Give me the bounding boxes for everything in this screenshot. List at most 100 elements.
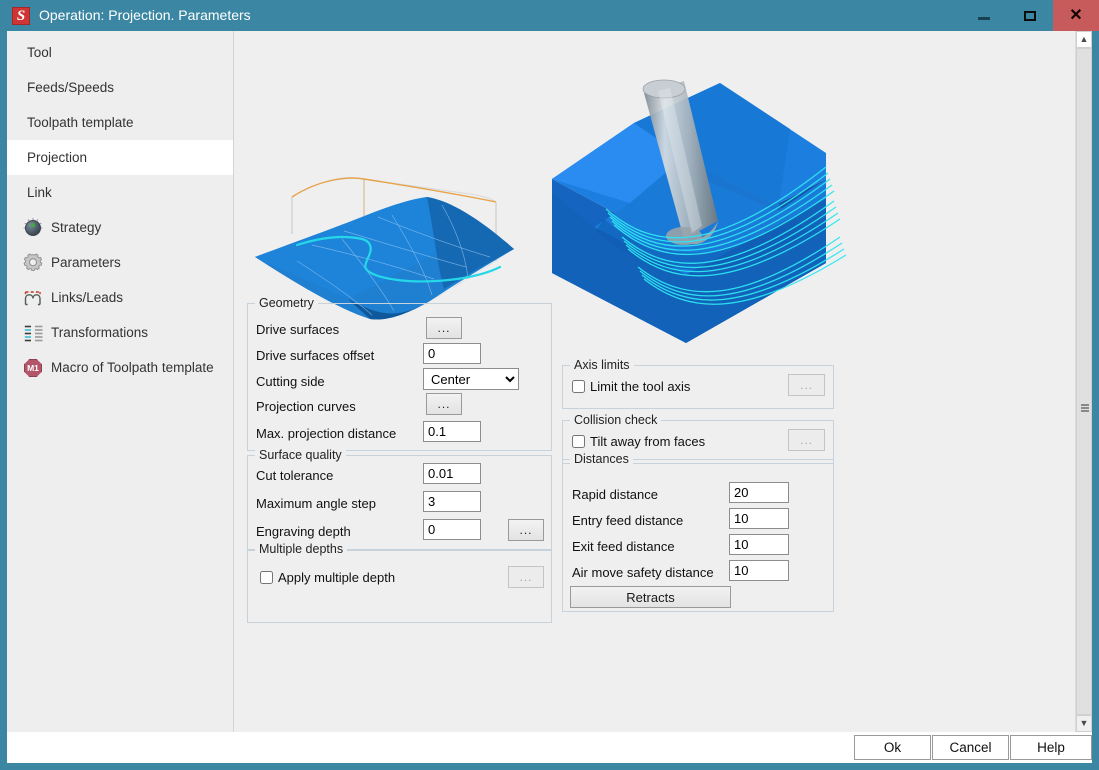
sidebar-item-link[interactable]: Link	[7, 175, 233, 210]
drive-surfaces-label: Drive surfaces	[256, 322, 340, 337]
projection-machining-preview	[552, 79, 847, 343]
sidebar-item-label: Toolpath template	[27, 115, 134, 130]
help-button[interactable]: Help	[1010, 735, 1092, 760]
sidebar-item-feeds-speeds[interactable]: Feeds/Speeds	[7, 70, 233, 105]
tilt-away-from-faces-row[interactable]: Tilt away from faces	[572, 434, 705, 449]
axis-limits-browse-button[interactable]: ...	[788, 374, 825, 396]
cut-tolerance-input[interactable]	[423, 463, 481, 484]
sidebar-item-projection[interactable]: Projection	[7, 140, 233, 175]
sidebar-item-label: Transformations	[51, 325, 149, 340]
maximum-angle-step-label: Maximum angle step	[256, 496, 376, 511]
sidebar-item-label: Tool	[27, 45, 52, 60]
macro-m1-icon: M1	[23, 358, 43, 378]
maximum-angle-step-input[interactable]	[423, 491, 481, 512]
entry-feed-distance-input[interactable]	[729, 508, 789, 529]
tilt-away-from-faces-label: Tilt away from faces	[590, 434, 706, 449]
ok-button[interactable]: Ok	[854, 735, 931, 760]
links-leads-icon	[23, 288, 43, 308]
sidebar-item-label: Macro of Toolpath template	[51, 360, 214, 375]
sidebar-item-transformations[interactable]: Transformations	[7, 315, 233, 350]
knob-dial-icon	[23, 218, 43, 238]
sidebar-item-label: Links/Leads	[51, 290, 124, 305]
rapid-distance-input[interactable]	[729, 482, 789, 503]
projection-curves-label: Projection curves	[256, 399, 356, 414]
surface-quality-legend: Surface quality	[255, 448, 346, 462]
drive-surfaces-offset-input[interactable]	[423, 343, 481, 364]
multiple-depths-browse-button[interactable]: ...	[508, 566, 544, 588]
apply-multiple-depth-checkbox[interactable]	[260, 571, 273, 584]
window-title: Operation: Projection. Parameters	[39, 7, 251, 23]
apply-multiple-depth-row[interactable]: Apply multiple depth	[260, 570, 395, 585]
sprutcam-s-logo-icon: S	[12, 7, 30, 25]
sidebar-item-toolpath-template[interactable]: Toolpath template	[7, 105, 233, 140]
geometry-group: Geometry Drive surfaces ... Drive surfac…	[247, 296, 552, 451]
close-button[interactable]: ✕	[1053, 0, 1099, 31]
engraving-depth-browse-button[interactable]: ...	[508, 519, 544, 541]
cutting-side-label: Cutting side	[256, 374, 325, 389]
sidebar-item-label: Feeds/Speeds	[27, 80, 115, 95]
dialog-button-bar: Ok Cancel Help	[7, 732, 1092, 763]
main-content-panel: Geometry Drive surfaces ... Drive surfac…	[234, 31, 1092, 732]
cancel-button[interactable]: Cancel	[932, 735, 1009, 760]
multiple-depths-legend: Multiple depths	[255, 542, 348, 556]
sidebar-navigation: Tool Feeds/Speeds Toolpath template Proj…	[7, 31, 234, 732]
engraving-depth-label: Engraving depth	[256, 524, 351, 539]
limit-tool-axis-label: Limit the tool axis	[590, 379, 691, 394]
sidebar-item-label: Projection	[27, 150, 88, 165]
limit-tool-axis-row[interactable]: Limit the tool axis	[572, 379, 690, 394]
collision-check-browse-button[interactable]: ...	[788, 429, 825, 451]
air-move-safety-distance-label: Air move safety distance	[572, 565, 714, 580]
minimize-button[interactable]	[961, 0, 1007, 31]
title-bar: S Operation: Projection. Parameters ✕	[0, 0, 1099, 31]
scroll-up-button[interactable]: ▲	[1076, 31, 1092, 48]
chevron-down-icon: ▼	[1079, 718, 1089, 728]
maximize-button[interactable]	[1007, 0, 1053, 31]
surface-quality-group: Surface quality Cut tolerance Maximum an…	[247, 448, 552, 551]
cutting-side-select[interactable]: Center	[423, 368, 519, 390]
distances-legend: Distances	[570, 452, 633, 466]
axis-limits-legend: Axis limits	[570, 358, 634, 372]
cut-tolerance-label: Cut tolerance	[256, 468, 334, 483]
sidebar-item-label: Strategy	[51, 220, 102, 235]
exit-feed-distance-input[interactable]	[729, 534, 789, 555]
parameters-canvas: Geometry Drive surfaces ... Drive surfac…	[234, 31, 1075, 732]
maximize-icon	[1024, 11, 1036, 21]
projection-curves-browse-button[interactable]: ...	[426, 393, 462, 415]
collision-check-legend: Collision check	[570, 413, 662, 427]
geometry-legend: Geometry	[255, 296, 318, 310]
sidebar-item-parameters[interactable]: Parameters	[7, 245, 233, 280]
air-move-safety-distance-input[interactable]	[729, 560, 789, 581]
scroll-down-button[interactable]: ▼	[1076, 715, 1092, 732]
minimize-icon	[978, 17, 990, 20]
engraving-depth-input[interactable]	[423, 519, 481, 540]
apply-multiple-depth-label: Apply multiple depth	[278, 570, 396, 585]
sidebar-item-label: Link	[27, 185, 52, 200]
entry-feed-distance-label: Entry feed distance	[572, 513, 684, 528]
drive-surfaces-offset-label: Drive surfaces offset	[256, 348, 375, 363]
exit-feed-distance-label: Exit feed distance	[572, 539, 675, 554]
axis-limits-group: Axis limits Limit the tool axis ...	[562, 358, 834, 409]
multiple-depths-group: Multiple depths Apply multiple depth ...	[247, 542, 552, 623]
gear-icon	[23, 253, 43, 273]
dialog-window: S Operation: Projection. Parameters ✕ To…	[0, 0, 1099, 770]
drive-surfaces-browse-button[interactable]: ...	[426, 317, 462, 339]
sidebar-item-macro-toolpath-template[interactable]: M1 Macro of Toolpath template	[7, 350, 233, 385]
dialog-client-area: Tool Feeds/Speeds Toolpath template Proj…	[7, 31, 1092, 732]
rapid-distance-label: Rapid distance	[572, 487, 658, 502]
sidebar-item-strategy[interactable]: Strategy	[7, 210, 233, 245]
tilt-away-from-faces-checkbox[interactable]	[572, 435, 585, 448]
transformations-icon	[23, 323, 43, 343]
vertical-scrollbar[interactable]: ▲ ▼	[1075, 31, 1092, 732]
retracts-button[interactable]: Retracts	[570, 586, 731, 608]
scrollbar-grip-icon	[1081, 404, 1089, 412]
sidebar-item-label: Parameters	[51, 255, 121, 270]
chevron-up-icon: ▲	[1079, 34, 1089, 44]
max-projection-distance-label: Max. projection distance	[256, 426, 397, 441]
max-projection-distance-input[interactable]	[423, 421, 481, 442]
scrollbar-thumb[interactable]	[1076, 48, 1092, 715]
limit-tool-axis-checkbox[interactable]	[572, 380, 585, 393]
sidebar-item-links-leads[interactable]: Links/Leads	[7, 280, 233, 315]
close-icon: ✕	[1069, 7, 1083, 24]
sidebar-item-tool[interactable]: Tool	[7, 35, 233, 70]
distances-group: Distances Rapid distance Entry feed dist…	[562, 452, 834, 612]
